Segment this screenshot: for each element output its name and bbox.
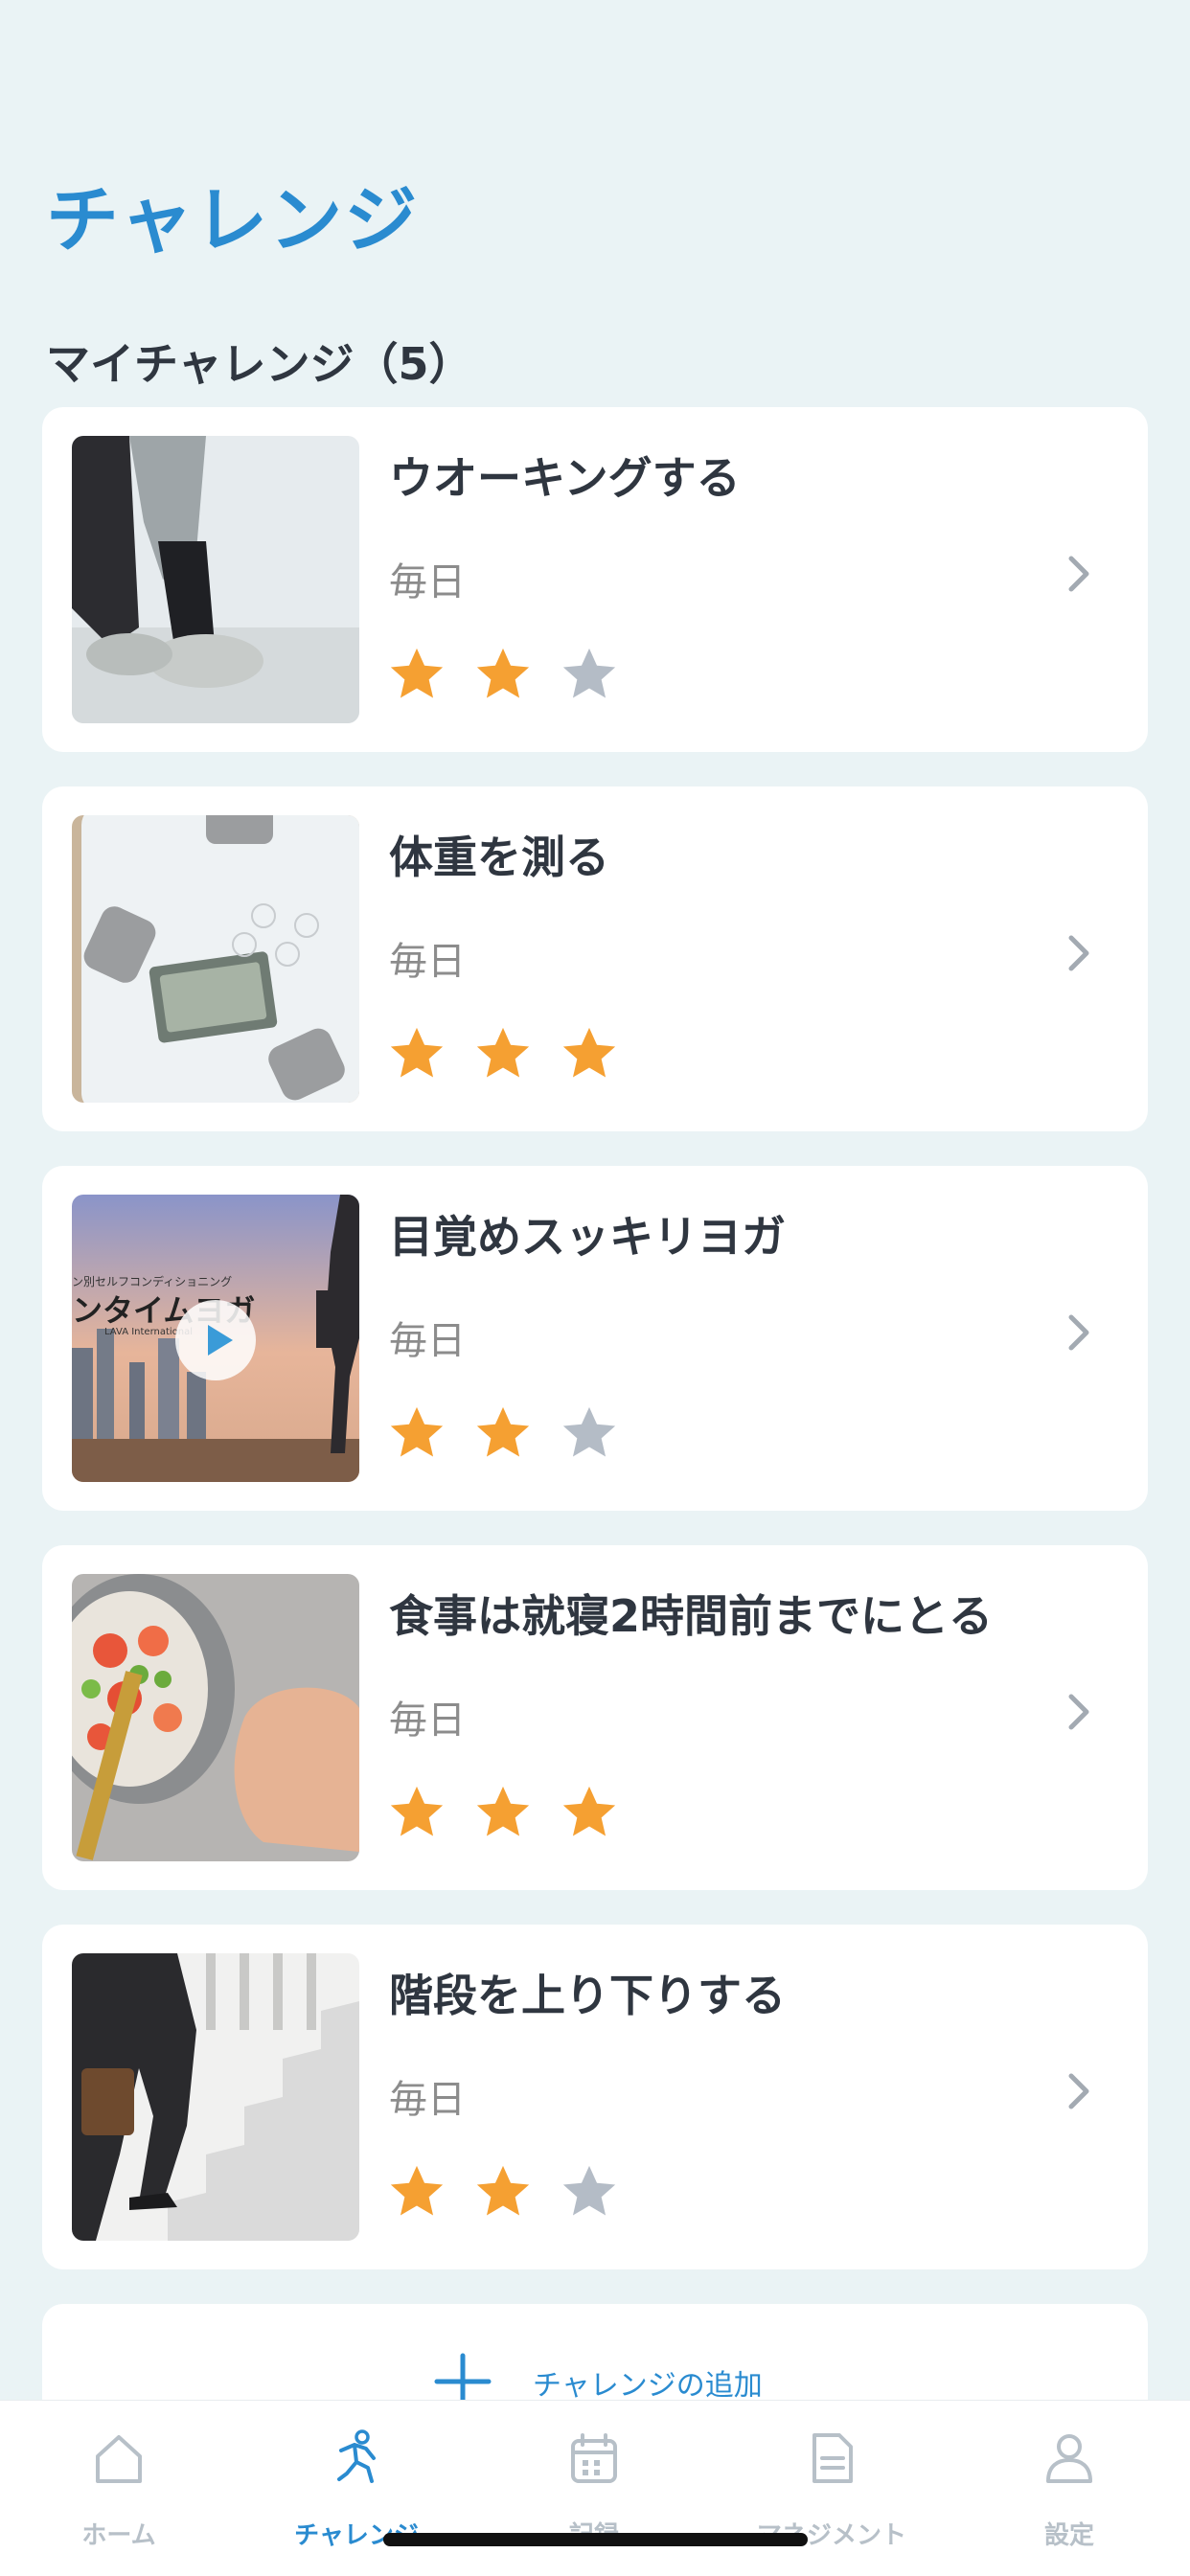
star-filled-icon — [562, 1786, 616, 1836]
challenge-frequency: 毎日 — [389, 1698, 466, 1743]
star-filled-icon — [476, 1786, 530, 1836]
document-icon — [812, 2433, 853, 2483]
add-challenge-label: チャレンジの追加 — [533, 2369, 763, 2403]
chevron-right-icon — [1068, 935, 1089, 971]
star-filled-icon — [476, 1027, 530, 1078]
star-filled-icon — [476, 1406, 530, 1457]
tab-management[interactable]: マネジメント — [713, 2401, 950, 2576]
chevron-right-icon — [1068, 1694, 1089, 1730]
star-filled-icon — [476, 648, 530, 698]
tab-home[interactable]: ホーム — [0, 2401, 238, 2576]
star-rating — [387, 1783, 619, 1842]
star-filled-icon — [562, 1027, 616, 1078]
star-filled-icon — [390, 1406, 444, 1457]
star-rating — [387, 2162, 619, 2222]
star-filled-icon — [390, 648, 444, 698]
challenge-frequency: 毎日 — [389, 1319, 466, 1363]
challenge-title: 体重を測る — [389, 832, 609, 883]
challenge-title: ウオーキングする — [389, 452, 741, 504]
calendar-icon — [571, 2433, 617, 2483]
challenge-frequency: 毎日 — [389, 560, 466, 604]
challenge-list: ウオーキングする 毎日 体重を測る 毎日 ン別セルフコンディショニング ンタイム… — [42, 407, 1148, 2304]
page-title: チャレンジ — [46, 177, 420, 262]
star-rating — [387, 645, 619, 704]
star-filled-icon — [390, 1786, 444, 1836]
chevron-right-icon — [1068, 556, 1089, 592]
challenge-thumbnail — [72, 815, 359, 1103]
star-empty-icon — [562, 2165, 616, 2216]
star-filled-icon — [390, 2165, 444, 2216]
challenge-thumbnail — [72, 1574, 359, 1861]
star-filled-icon — [476, 2165, 530, 2216]
challenge-card-weight[interactable]: 体重を測る 毎日 — [42, 786, 1148, 1131]
challenge-frequency: 毎日 — [389, 2078, 466, 2122]
home-icon — [96, 2435, 142, 2483]
tab-settings[interactable]: 設定 — [950, 2401, 1188, 2576]
home-indicator — [383, 2533, 808, 2546]
challenge-card-walking[interactable]: ウオーキングする 毎日 — [42, 407, 1148, 752]
tab-records[interactable]: 記録 — [475, 2401, 713, 2576]
challenge-thumbnail — [72, 1953, 359, 2241]
section-title: マイチャレンジ（5） — [46, 338, 473, 390]
challenge-card-yoga[interactable]: ン別セルフコンディショニング ンタイムヨガ LAVA International… — [42, 1166, 1148, 1511]
star-filled-icon — [390, 1027, 444, 1078]
play-icon[interactable] — [175, 1300, 256, 1380]
star-empty-icon — [562, 1406, 616, 1457]
person-icon — [1046, 2434, 1092, 2483]
star-empty-icon — [562, 648, 616, 698]
tab-label: ホーム — [81, 2521, 156, 2550]
tab-label: 設定 — [1043, 2521, 1094, 2550]
challenge-title: 階段を上り下りする — [389, 1970, 786, 2021]
challenge-card-meal[interactable]: 食事は就寝2時間前までにとる 毎日 — [42, 1545, 1148, 1890]
challenge-card-stairs[interactable]: 階段を上り下りする 毎日 — [42, 1925, 1148, 2269]
challenge-thumbnail-video: ン別セルフコンディショニング ンタイムヨガ LAVA International — [72, 1195, 359, 1482]
challenge-thumbnail — [72, 436, 359, 723]
tab-challenge[interactable]: チャレンジ — [238, 2401, 475, 2576]
challenge-title: 食事は就寝2時間前までにとる — [389, 1590, 994, 1642]
chevron-right-icon — [1068, 1314, 1089, 1351]
chevron-right-icon — [1068, 2073, 1089, 2109]
tab-bar: ホーム チャレンジ 記録 マネジメント 設定 — [0, 2400, 1190, 2576]
running-person-icon — [337, 2429, 376, 2483]
star-rating — [387, 1024, 619, 1083]
star-rating — [387, 1403, 619, 1463]
challenge-title: 目覚めスッキリヨガ — [389, 1211, 786, 1263]
challenge-frequency: 毎日 — [389, 940, 466, 984]
